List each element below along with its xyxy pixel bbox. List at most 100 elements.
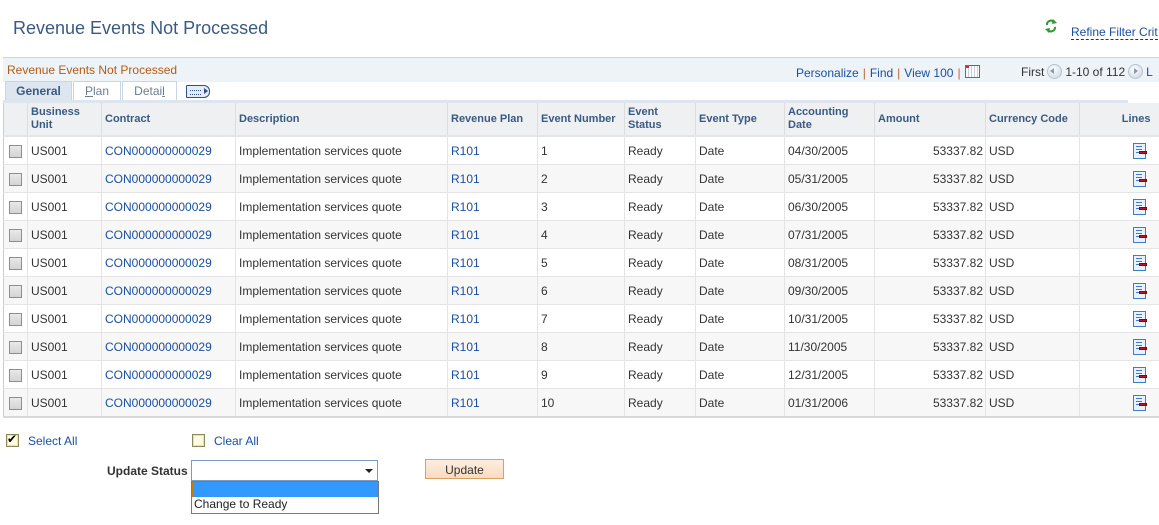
select-all-checkbox[interactable] [6, 432, 19, 448]
contract-link[interactable]: CON000000000029 [105, 256, 212, 270]
amount-cell: 53337.82 [874, 248, 986, 277]
clear-all-checkbox[interactable] [192, 434, 205, 448]
contract-link[interactable]: CON000000000029 [105, 172, 212, 186]
refine-filter-criteria-link[interactable]: Refine Filter Crit [1071, 26, 1158, 40]
column-header-contract[interactable]: Contract [101, 103, 236, 137]
contract-link[interactable]: CON000000000029 [105, 396, 212, 410]
tab-general[interactable]: General [5, 81, 72, 101]
contract-link[interactable]: CON000000000029 [105, 284, 212, 298]
tab-plan[interactable]: Plan [73, 81, 121, 101]
column-header-description[interactable]: Description [235, 103, 448, 137]
personalize-link[interactable]: Personalize [796, 66, 859, 80]
lines-detail-icon[interactable] [1132, 283, 1147, 300]
update-button[interactable]: Update [425, 459, 504, 479]
event-type-cell: Date [695, 136, 785, 165]
accounting-date-cell: 09/30/2005 [784, 276, 875, 305]
column-header-currency-code[interactable]: Currency Code [985, 103, 1080, 137]
contract-cell: CON000000000029 [101, 164, 236, 193]
show-all-columns-icon[interactable] [186, 85, 210, 98]
row-checkbox[interactable] [9, 144, 22, 158]
amount-cell: 53337.82 [932, 339, 983, 354]
amount-cell: 53337.82 [932, 367, 983, 382]
update-status-select[interactable] [191, 460, 378, 481]
column-header-accounting-date[interactable]: Accounting Date [784, 103, 875, 137]
grid-navigation: Personalize | Find | View 100 | First 1-10 of … [796, 64, 1153, 80]
lines-detail-icon[interactable] [1132, 227, 1147, 244]
description-cell: Implementation services quote [239, 395, 402, 410]
event-number-cell: 10 [537, 388, 625, 418]
lines-detail-icon[interactable] [1132, 143, 1147, 160]
chevron-down-icon[interactable] [365, 469, 373, 473]
business-unit-cell: US001 [27, 164, 102, 193]
clear-all-control[interactable]: Clear All [192, 433, 259, 448]
lines-detail-icon[interactable] [1132, 199, 1147, 216]
first-label[interactable]: First [1021, 65, 1044, 79]
clear-all-label[interactable]: Clear All [214, 434, 259, 448]
lines-cell [1079, 136, 1159, 165]
tab-detail[interactable]: Detail [122, 81, 177, 101]
calendar-grid-icon[interactable] [964, 65, 980, 78]
currency-code-cell: USD [989, 143, 1015, 158]
revenue-plan-link[interactable]: R101 [451, 200, 480, 214]
dropdown-option-blank[interactable] [192, 482, 378, 497]
lines-cell [1079, 276, 1159, 305]
revenue-plan-link[interactable]: R101 [451, 340, 480, 354]
last-link[interactable]: L [1146, 65, 1153, 79]
revenue-plan-link[interactable]: R101 [451, 284, 480, 298]
lines-detail-icon[interactable] [1132, 311, 1147, 328]
event-type-cell: Date [699, 311, 725, 326]
row-checkbox[interactable] [9, 368, 22, 382]
previous-page-icon[interactable] [1047, 64, 1063, 79]
revenue-plan-link[interactable]: R101 [451, 396, 480, 410]
grid-header-bar: Revenue Events Not Processed Personalize… [3, 57, 1159, 82]
column-header-event-status[interactable]: Event Status [624, 103, 696, 137]
revenue-plan-link[interactable]: R101 [451, 312, 480, 326]
lines-cell [1079, 332, 1159, 361]
column-header-revenue-plan[interactable]: Revenue Plan [447, 103, 538, 137]
event-type-cell: Date [695, 220, 785, 249]
lines-detail-icon[interactable] [1132, 367, 1147, 384]
select-all-control[interactable]: Select All [6, 432, 77, 448]
revenue-plan-link[interactable]: R101 [451, 144, 480, 158]
currency-code-cell: USD [985, 136, 1080, 165]
view-100-link[interactable]: View 100 [904, 66, 953, 80]
column-header-event-number[interactable]: Event Number [537, 103, 625, 137]
revenue-plan-link[interactable]: R101 [451, 228, 480, 242]
row-checkbox[interactable] [9, 256, 22, 270]
row-checkbox[interactable] [9, 340, 22, 354]
lines-detail-icon[interactable] [1132, 255, 1147, 272]
column-header-business-unit[interactable]: Business Unit [27, 103, 102, 137]
currency-code-cell: USD [985, 360, 1080, 389]
revenue-plan-cell: R101 [447, 332, 538, 361]
row-checkbox[interactable] [9, 228, 22, 242]
dropdown-option-change-to-ready[interactable]: Change to Ready [192, 497, 378, 512]
contract-link[interactable]: CON000000000029 [105, 340, 212, 354]
event-type-cell: Date [695, 388, 785, 418]
find-link[interactable]: Find [870, 66, 893, 80]
row-checkbox[interactable] [9, 396, 22, 410]
column-header-event-type[interactable]: Event Type [695, 103, 785, 137]
revenue-plan-link[interactable]: R101 [451, 172, 480, 186]
lines-detail-icon[interactable] [1132, 395, 1147, 412]
revenue-plan-link[interactable]: R101 [451, 256, 480, 270]
description-cell: Implementation services quote [235, 136, 448, 165]
select-all-label[interactable]: Select All [28, 434, 77, 448]
contract-link[interactable]: CON000000000029 [105, 144, 212, 158]
refresh-icon[interactable] [1043, 18, 1059, 34]
row-checkbox[interactable] [9, 312, 22, 326]
lines-detail-icon[interactable] [1132, 171, 1147, 188]
contract-link[interactable]: CON000000000029 [105, 228, 212, 242]
event-type-cell: Date [699, 283, 725, 298]
contract-link[interactable]: CON000000000029 [105, 312, 212, 326]
row-checkbox[interactable] [9, 284, 22, 298]
lines-detail-icon[interactable] [1132, 339, 1147, 356]
contract-link[interactable]: CON000000000029 [105, 200, 212, 214]
revenue-plan-link[interactable]: R101 [451, 368, 480, 382]
next-page-icon[interactable] [1128, 64, 1144, 79]
row-checkbox[interactable] [9, 200, 22, 214]
amount-cell: 53337.82 [874, 136, 986, 165]
event-number-cell: 2 [541, 171, 548, 186]
contract-link[interactable]: CON000000000029 [105, 368, 212, 382]
row-checkbox[interactable] [9, 172, 22, 186]
column-header-amount[interactable]: Amount [874, 103, 986, 137]
